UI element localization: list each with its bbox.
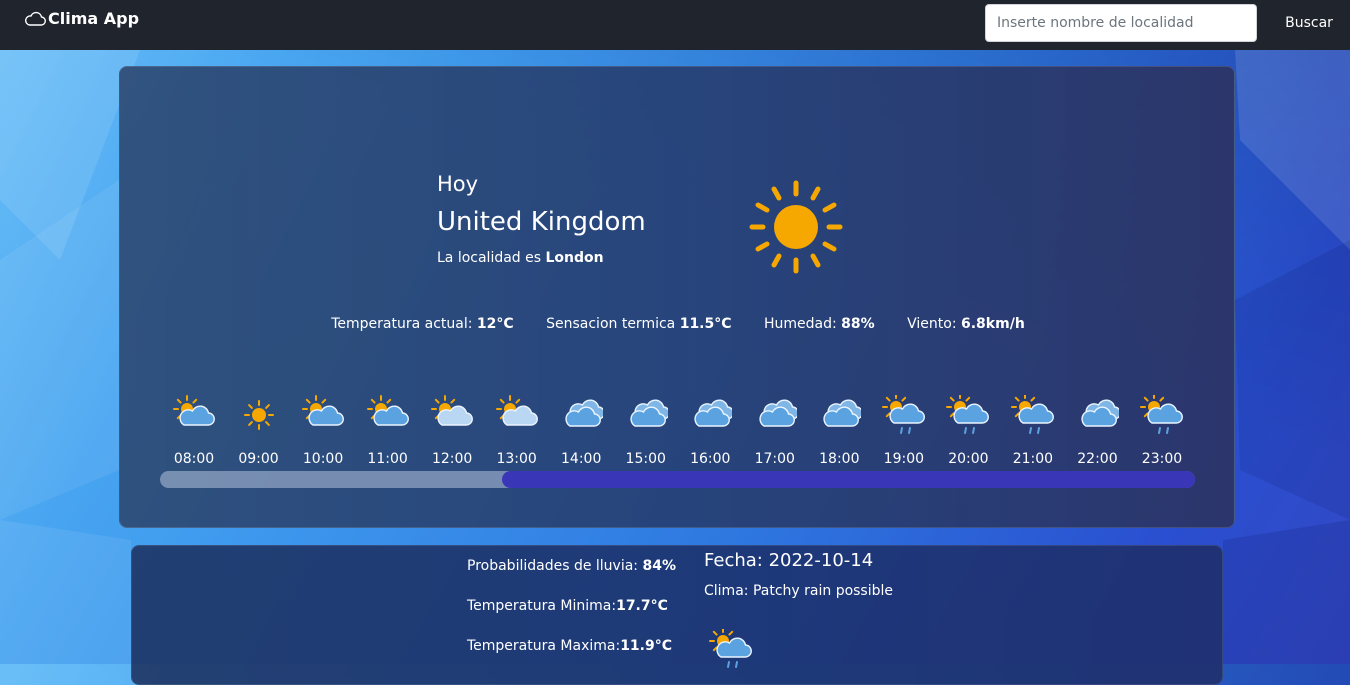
cloud-icon — [24, 10, 46, 28]
hourly-item[interactable]: 13:00 — [485, 395, 549, 467]
hourly-time: 09:00 — [238, 451, 279, 467]
hourly-item[interactable]: 12:00 — [420, 395, 484, 467]
patchy-rain-icon — [1139, 395, 1184, 435]
rain-probability: Probabilidades de lluvia: 84% — [467, 558, 676, 574]
cloudy-icon — [624, 395, 668, 435]
country-name: United Kingdom — [437, 207, 646, 237]
min-temperature: Temperatura Minima:17.7°C — [467, 598, 668, 614]
patchy-rain-icon — [881, 395, 926, 435]
hourly-item[interactable]: 19:00 — [872, 395, 936, 467]
hourly-time: 15:00 — [625, 451, 666, 467]
hourly-time: 12:00 — [431, 451, 473, 467]
hourly-time: 16:00 — [690, 451, 731, 467]
search-button[interactable]: Buscar — [1273, 4, 1345, 42]
hourly-time: 14:00 — [561, 451, 602, 467]
cloudy-icon — [817, 395, 862, 435]
hourly-item[interactable]: 17:00 — [743, 395, 807, 467]
navbar: Clima App Buscar — [0, 0, 1350, 50]
hourly-scrollbar[interactable] — [160, 471, 1195, 488]
forecast-card: Probabilidades de lluvia: 84% Temperatur… — [131, 545, 1223, 685]
sun-icon — [237, 395, 281, 435]
brand-link[interactable]: Clima App — [24, 9, 139, 28]
hourly-time: 11:00 — [367, 451, 408, 467]
hourly-item[interactable]: 08:00 — [162, 395, 226, 467]
hourly-time: 19:00 — [883, 451, 925, 467]
cloudy-icon — [688, 395, 733, 435]
app-title: Clima App — [48, 9, 140, 28]
current-stats: Temperatura actual: 12°C Sensacion termi… — [120, 316, 1236, 332]
partly-cloudy-icon — [172, 395, 216, 435]
partly-cloudy-light-icon — [430, 395, 474, 435]
stat-wind: Viento: 6.8km/h — [907, 316, 1025, 332]
hourly-item[interactable]: 11:00 — [356, 395, 420, 467]
hourly-time: 22:00 — [1077, 451, 1118, 467]
locality-text: La localidad es London — [437, 250, 604, 266]
hourly-item[interactable]: 15:00 — [614, 395, 678, 467]
patchy-rain-icon — [709, 627, 753, 673]
hourly-scrollbar-thumb[interactable] — [502, 471, 1195, 488]
stat-feels-like: Sensacion termica 11.5°C — [546, 316, 732, 332]
hourly-time: 13:00 — [496, 451, 537, 467]
partly-cloudy-icon — [301, 395, 345, 435]
hourly-forecast-list: 08:00 09:00 10:00 11:00 12:00 13:00 14:00 15:00… — [162, 395, 1194, 467]
hourly-item[interactable]: 20:00 — [936, 395, 1000, 467]
sun-icon — [748, 179, 844, 279]
stat-temperature: Temperatura actual: 12°C — [331, 316, 514, 332]
locality-name: London — [545, 250, 604, 266]
current-weather-card: Hoy United Kingdom La localidad es Londo… — [119, 66, 1235, 528]
hourly-time: 20:00 — [948, 451, 989, 467]
hourly-item[interactable]: 23:00 — [1130, 395, 1194, 467]
forecast-condition: Clima: Patchy rain possible — [704, 583, 894, 599]
hourly-item[interactable]: 10:00 — [291, 395, 355, 467]
hourly-time: 23:00 — [1141, 451, 1183, 467]
hourly-time: 17:00 — [754, 451, 795, 467]
cloudy-icon — [753, 395, 797, 435]
cloudy-icon — [1075, 395, 1120, 435]
hourly-item[interactable]: 22:00 — [1065, 395, 1129, 467]
hourly-time: 08:00 — [173, 451, 215, 467]
patchy-rain-icon — [946, 395, 990, 435]
hourly-item[interactable]: 14:00 — [549, 395, 613, 467]
day-label: Hoy — [437, 172, 479, 196]
partly-cloudy-light-icon — [495, 395, 539, 435]
hourly-item[interactable]: 18:00 — [807, 395, 871, 467]
stat-humidity: Humedad: 88% — [763, 316, 875, 332]
max-temperature: Temperatura Maxima:11.9°C — [467, 638, 673, 654]
hourly-time: 18:00 — [819, 451, 860, 467]
hourly-time: 21:00 — [1012, 451, 1054, 467]
hourly-item[interactable]: 21:00 — [1001, 395, 1065, 467]
partly-cloudy-icon — [366, 395, 410, 435]
search-input[interactable] — [985, 4, 1257, 42]
patchy-rain-icon — [1010, 395, 1055, 435]
forecast-date: Fecha: 2022-10-14 — [704, 550, 874, 571]
cloudy-icon — [559, 395, 604, 435]
hourly-item[interactable]: 16:00 — [678, 395, 742, 467]
hourly-time: 10:00 — [302, 451, 344, 467]
hourly-item[interactable]: 09:00 — [227, 395, 291, 467]
